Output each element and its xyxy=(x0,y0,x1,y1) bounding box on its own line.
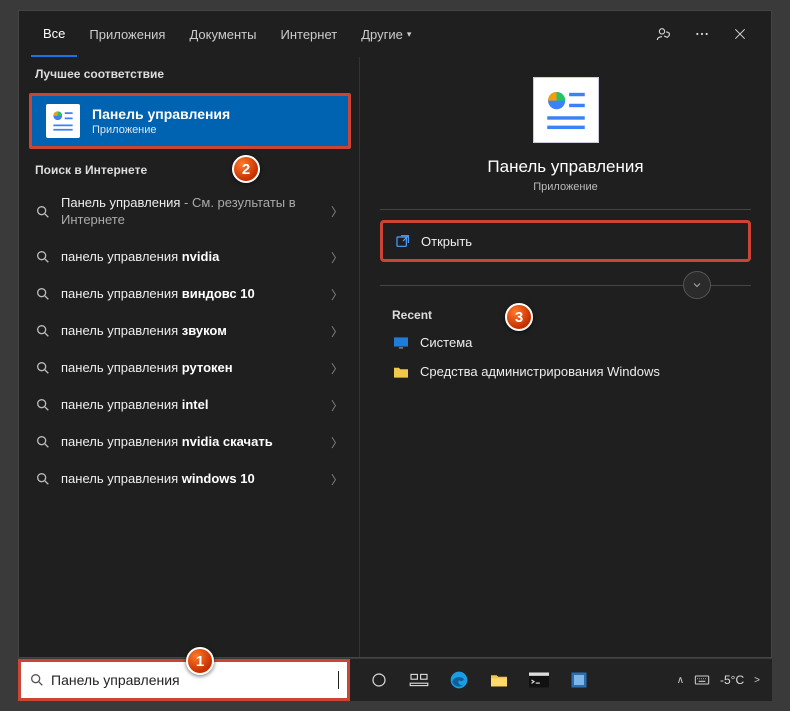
chevron-right-icon: 〉 xyxy=(331,397,343,414)
tab-web[interactable]: Интернет xyxy=(268,11,349,57)
recent-label: Recent xyxy=(392,308,771,322)
system-tray[interactable]: ∧ -5°C > xyxy=(665,672,772,688)
preview-pane: Панель управления Приложение Открыть Rec… xyxy=(359,57,771,657)
open-icon xyxy=(395,233,411,249)
keyboard-icon[interactable] xyxy=(694,672,710,688)
search-icon xyxy=(35,249,51,265)
chevron-right-icon: 〉 xyxy=(331,323,343,340)
best-match-title: Панель управления xyxy=(92,106,230,122)
search-icon xyxy=(35,204,51,220)
tab-more[interactable]: Другие▾ xyxy=(349,11,423,57)
search-result[interactable]: панель управления nvidia скачать 〉 xyxy=(19,424,359,461)
result-text: панель управления nvidia скачать xyxy=(61,434,321,451)
app-icon[interactable] xyxy=(560,659,598,701)
best-match-item[interactable]: Панель управления Приложение xyxy=(29,93,351,149)
divider xyxy=(380,209,751,210)
result-text: панель управления виндовс 10 xyxy=(61,286,321,303)
preview-subtitle: Приложение xyxy=(360,181,771,193)
filter-tabs: Все Приложения Документы Интернет Другие… xyxy=(19,11,771,57)
cortana-icon[interactable] xyxy=(360,659,398,701)
recent-item[interactable]: Система xyxy=(360,328,771,357)
edge-icon[interactable] xyxy=(440,659,478,701)
search-result[interactable]: панель управления nvidia 〉 xyxy=(19,239,359,276)
control-panel-icon xyxy=(46,104,80,138)
chevron-right-icon: 〉 xyxy=(331,360,343,377)
search-icon xyxy=(35,360,51,376)
tab-docs[interactable]: Документы xyxy=(177,11,268,57)
chevron-right-icon: 〉 xyxy=(331,249,343,266)
web-search-label: Поиск в Интернете xyxy=(19,153,359,185)
best-match-label: Лучшее соответствие xyxy=(19,57,359,89)
more-icon[interactable] xyxy=(683,15,721,53)
search-result[interactable]: панель управления windows 10 〉 xyxy=(19,461,359,498)
search-result[interactable]: панель управления рутокен 〉 xyxy=(19,350,359,387)
result-text: панель управления звуком xyxy=(61,323,321,340)
open-button[interactable]: Открыть xyxy=(380,220,751,262)
search-panel: Все Приложения Документы Интернет Другие… xyxy=(18,10,772,658)
terminal-icon[interactable] xyxy=(520,659,558,701)
step-badge-2: 2 xyxy=(232,155,260,183)
recent-label: Средства администрирования Windows xyxy=(420,364,660,379)
chevron-right-icon: 〉 xyxy=(331,203,343,220)
search-icon xyxy=(29,672,45,688)
feedback-icon[interactable] xyxy=(645,15,683,53)
weather-widget[interactable]: -5°C xyxy=(720,673,744,687)
results-column: Лучшее соответствие Панель управления Пр… xyxy=(19,57,359,657)
open-label: Открыть xyxy=(421,234,472,249)
chevron-right-icon: 〉 xyxy=(331,434,343,451)
search-icon xyxy=(35,397,51,413)
explorer-icon[interactable] xyxy=(480,659,518,701)
taskbar: ∧ -5°C > xyxy=(18,659,772,701)
result-text: панель управления рутокен xyxy=(61,360,321,377)
chevron-down-icon: ▾ xyxy=(407,29,412,40)
taskbar-search[interactable] xyxy=(18,659,350,701)
search-input[interactable] xyxy=(51,672,332,688)
result-text: панель управления nvidia xyxy=(61,249,321,266)
task-view-icon[interactable] xyxy=(400,659,438,701)
expand-divider xyxy=(380,268,751,302)
step-badge-3: 3 xyxy=(505,303,533,331)
text-caret xyxy=(338,671,339,689)
search-icon xyxy=(35,286,51,302)
search-result[interactable]: панель управления intel 〉 xyxy=(19,387,359,424)
search-icon xyxy=(35,434,51,450)
preview-title: Панель управления xyxy=(360,157,771,177)
search-result[interactable]: Панель управления - См. результаты в Инт… xyxy=(19,185,359,239)
tray-chevron-icon[interactable]: ∧ xyxy=(677,675,684,686)
tray-more[interactable]: > xyxy=(754,675,760,686)
expand-button[interactable] xyxy=(683,271,711,299)
close-icon[interactable] xyxy=(721,15,759,53)
chevron-right-icon: 〉 xyxy=(331,471,343,488)
chevron-right-icon: 〉 xyxy=(331,286,343,303)
recent-label: Система xyxy=(420,335,472,350)
tab-apps[interactable]: Приложения xyxy=(77,11,177,57)
result-text: панель управления windows 10 xyxy=(61,471,321,488)
search-result[interactable]: панель управления виндовс 10 〉 xyxy=(19,276,359,313)
result-text: панель управления intel xyxy=(61,397,321,414)
monitor-icon xyxy=(392,336,410,350)
preview-app-icon xyxy=(533,77,599,143)
best-match-subtitle: Приложение xyxy=(92,124,230,136)
search-result[interactable]: панель управления звуком 〉 xyxy=(19,313,359,350)
recent-item[interactable]: Средства администрирования Windows xyxy=(360,357,771,386)
taskbar-apps xyxy=(360,659,598,701)
search-icon xyxy=(35,323,51,339)
folder-icon xyxy=(392,365,410,379)
tab-all[interactable]: Все xyxy=(31,11,77,57)
result-text: Панель управления - См. результаты в Инт… xyxy=(61,195,321,229)
step-badge-1: 1 xyxy=(186,647,214,675)
search-icon xyxy=(35,471,51,487)
